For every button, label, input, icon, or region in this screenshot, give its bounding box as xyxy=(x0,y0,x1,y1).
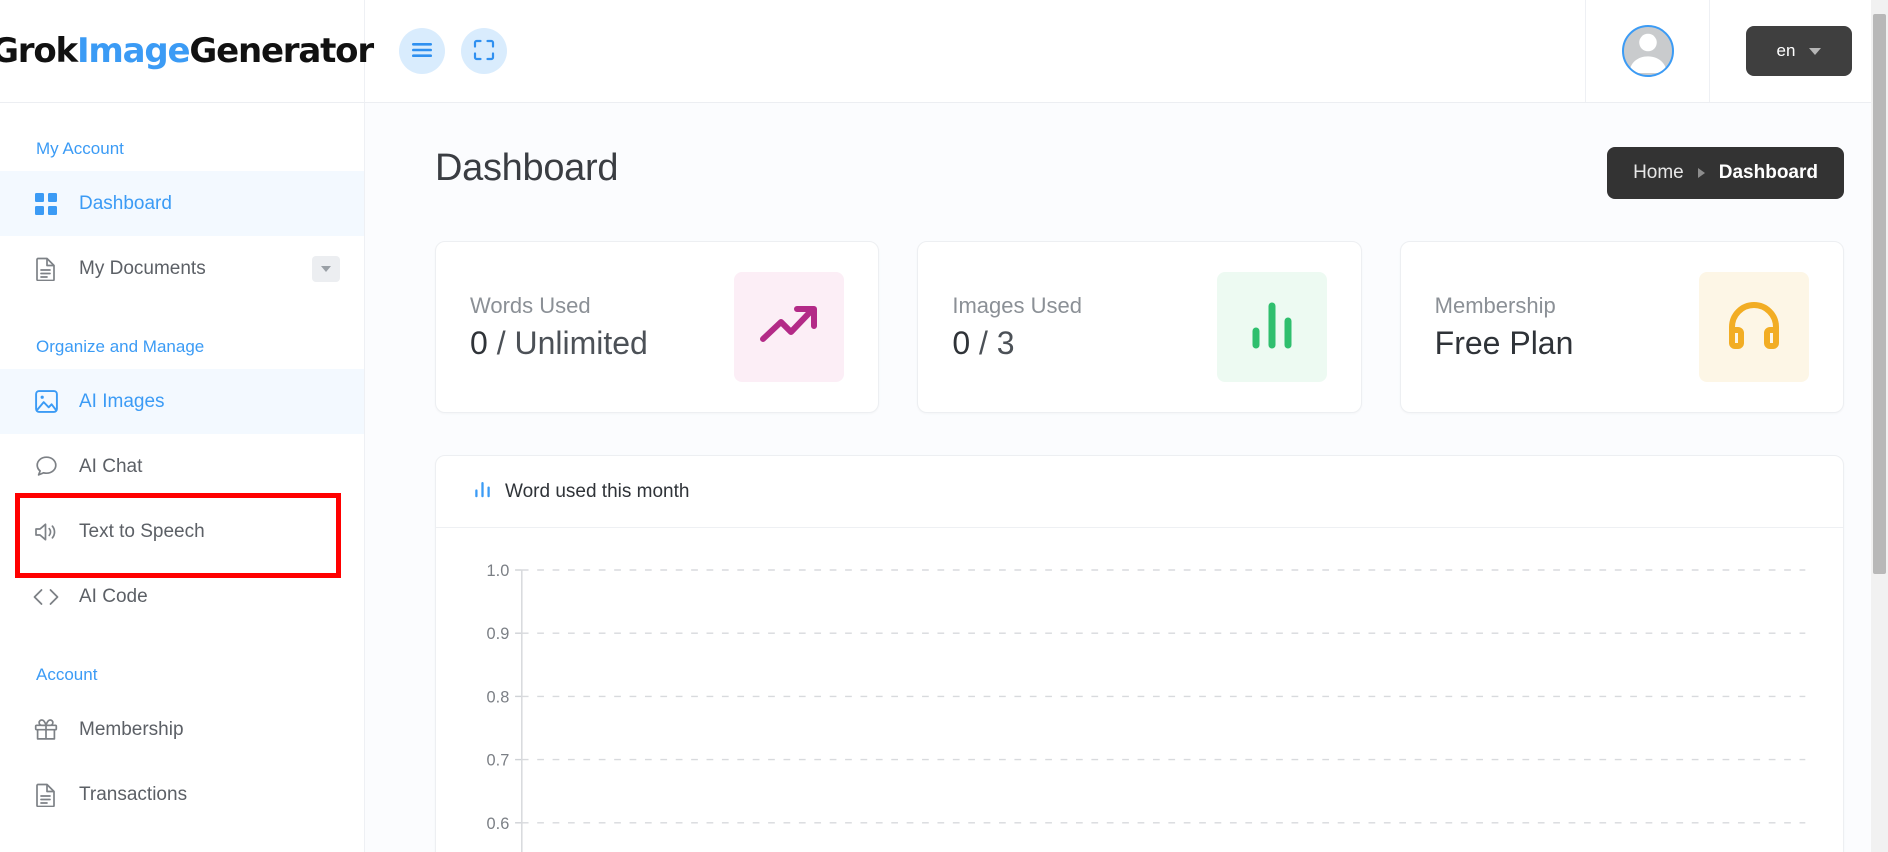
stat-card-text: Images Used 0 / 3 xyxy=(952,293,1082,362)
headphones-icon xyxy=(1726,298,1782,357)
stat-card-label: Words Used xyxy=(470,292,591,318)
chart-y-tick-label: 0.7 xyxy=(487,750,510,769)
stat-card-text: Words Used 0 / Unlimited xyxy=(470,293,648,362)
bar-chart-icon xyxy=(474,481,491,503)
main-content: Dashboard Home Dashboard Words Used 0 / … xyxy=(365,103,1888,852)
usage-line-chart: 1.00.90.80.70.60.5 xyxy=(487,561,1806,852)
sidebar-item-label: Membership xyxy=(79,718,184,740)
hamburger-menu-icon xyxy=(411,42,433,61)
chart-gridlines xyxy=(515,569,1806,824)
page-scrollbar[interactable] xyxy=(1871,0,1888,852)
sidebar-item-my-documents[interactable]: My Documents xyxy=(0,236,364,301)
language-cell: en xyxy=(1710,0,1888,102)
stat-card-value: Free Plan xyxy=(1435,325,1574,362)
sidebar-item-label: Text to Speech xyxy=(79,520,205,542)
app-root: GrokImageGenerator en My Account Dashboa… xyxy=(0,0,1888,852)
breadcrumb-home-link[interactable]: Home xyxy=(1633,162,1684,184)
sidebar-item-label: AI Code xyxy=(79,585,148,607)
sidebar: My Account Dashboard My Documents Organi… xyxy=(0,103,365,852)
stat-card-icon-tile xyxy=(1216,272,1327,382)
page-header: Dashboard Home Dashboard xyxy=(435,147,1844,199)
chart-panel: Word used this month 1.00.90.80.70.60.5 xyxy=(435,455,1844,852)
sidebar-section-account: Account xyxy=(36,665,98,684)
sidebar-toggle-button[interactable] xyxy=(399,28,445,74)
fullscreen-expand-icon xyxy=(473,39,495,64)
stat-card-words-used: Words Used 0 / Unlimited xyxy=(435,241,880,413)
stat-card-images-used: Images Used 0 / 3 xyxy=(917,241,1362,413)
stat-value-number: 0 xyxy=(952,324,971,361)
sidebar-item-dashboard[interactable]: Dashboard xyxy=(0,171,364,236)
sidebar-item-label: AI Images xyxy=(79,390,165,412)
stat-card-value: 0 / 3 xyxy=(952,325,1082,362)
language-current-value: en xyxy=(1776,41,1796,60)
chevron-down-icon xyxy=(321,265,331,272)
stat-card-text: Membership Free Plan xyxy=(1435,293,1574,362)
sidebar-item-ai-chat[interactable]: AI Chat xyxy=(0,434,364,499)
sidebar-item-transactions[interactable]: Transactions xyxy=(0,762,364,827)
trending-up-icon xyxy=(758,300,820,355)
brand-text-grok: Grok xyxy=(0,31,78,71)
topbar-tools xyxy=(365,0,507,102)
sidebar-section-organize-and-manage: Organize and Manage xyxy=(36,337,205,356)
receipt-document-icon xyxy=(33,782,59,808)
brand-text-image: Image xyxy=(76,31,191,71)
chart-panel-header: Word used this month xyxy=(436,456,1843,528)
stat-card-icon-tile xyxy=(734,272,845,382)
scrollbar-thumb[interactable] xyxy=(1873,14,1886,574)
bar-chart-icon xyxy=(1250,300,1294,355)
sidebar-item-label: Dashboard xyxy=(79,192,172,214)
stat-value-limit: / Unlimited xyxy=(487,324,648,361)
stat-cards: Words Used 0 / Unlimited Images Used 0 /… xyxy=(435,241,1844,413)
chart-y-tick-label: 1.0 xyxy=(487,561,510,580)
sidebar-item-label: Transactions xyxy=(79,783,188,805)
chart-y-tick-label: 0.9 xyxy=(487,624,510,643)
document-icon xyxy=(33,256,59,282)
stat-value-limit: / 3 xyxy=(970,324,1015,361)
chart-y-tick-label: 0.6 xyxy=(487,814,510,833)
sidebar-section-my-account: My Account xyxy=(36,139,124,158)
breadcrumb-current: Dashboard xyxy=(1718,162,1818,183)
avatar-person-icon xyxy=(1629,33,1666,73)
breadcrumb: Home Dashboard xyxy=(1607,147,1844,199)
stat-card-label: Membership xyxy=(1434,292,1556,318)
fullscreen-button[interactable] xyxy=(461,28,507,74)
chart-y-tick-labels: 1.00.90.80.70.60.5 xyxy=(487,561,510,833)
brand-logo[interactable]: GrokImageGenerator xyxy=(0,0,374,102)
breadcrumb-separator-icon xyxy=(1697,168,1705,178)
account-menu[interactable] xyxy=(1585,0,1710,102)
chart-panel-title: Word used this month xyxy=(505,480,690,502)
sidebar-item-label: My Documents xyxy=(79,257,206,279)
page-title: Dashboard xyxy=(435,147,619,189)
code-brackets-icon xyxy=(33,584,59,610)
stat-value-number: 0 xyxy=(470,324,488,361)
stat-card-value: 0 / Unlimited xyxy=(470,325,648,362)
expand-documents-button[interactable] xyxy=(312,255,340,282)
body-row: My Account Dashboard My Documents Organi… xyxy=(0,103,1888,852)
sidebar-item-ai-code[interactable]: AI Code xyxy=(0,564,364,629)
chevron-down-icon xyxy=(1809,47,1822,55)
stat-value-plan: Free Plan xyxy=(1434,324,1574,361)
top-bar: GrokImageGenerator en xyxy=(0,0,1888,103)
grid-dashboard-icon xyxy=(33,191,59,217)
sidebar-item-ai-images[interactable]: AI Images xyxy=(0,369,364,434)
chart-y-tick-label: 0.8 xyxy=(487,687,510,706)
language-dropdown[interactable]: en xyxy=(1746,26,1852,76)
gift-icon xyxy=(33,717,59,743)
stat-card-membership: Membership Free Plan xyxy=(1399,241,1844,413)
stat-card-label: Images Used xyxy=(952,292,1082,318)
brand-text-generator: Generator xyxy=(189,31,374,71)
image-icon xyxy=(33,389,59,415)
avatar[interactable] xyxy=(1621,25,1674,77)
sidebar-item-membership[interactable]: Membership xyxy=(0,697,364,762)
speaker-icon xyxy=(33,519,59,545)
chart-area: 1.00.90.80.70.60.5 xyxy=(436,528,1843,852)
stat-card-icon-tile xyxy=(1698,272,1809,382)
chat-bubble-icon xyxy=(33,454,59,480)
sidebar-item-label: AI Chat xyxy=(79,455,143,477)
sidebar-item-text-to-speech[interactable]: Text to Speech xyxy=(0,499,364,564)
